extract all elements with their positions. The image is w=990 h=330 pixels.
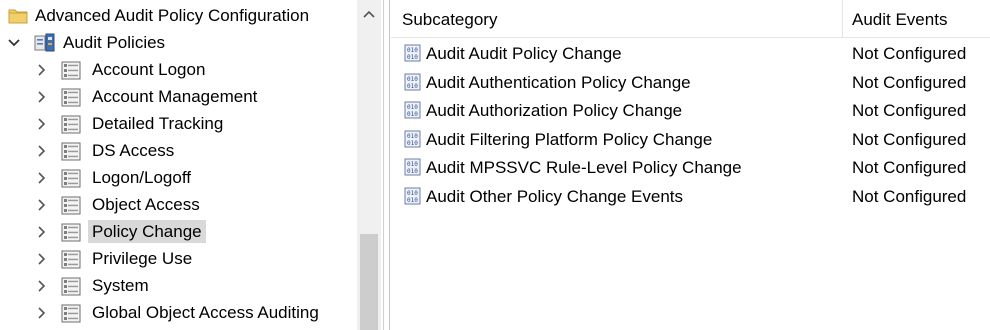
policy-category-icon — [61, 87, 81, 107]
policy-category-icon — [61, 141, 81, 161]
tree-item-label: System — [92, 276, 149, 295]
tree-item-policy-change[interactable]: Policy Change — [0, 218, 360, 245]
svg-text:010: 010 — [407, 83, 418, 90]
svg-text:010: 010 — [407, 104, 418, 111]
policy-category-icon — [61, 195, 81, 215]
column-header-subcategory[interactable]: Subcategory — [391, 0, 843, 38]
audit-events-value: Not Configured — [852, 101, 967, 121]
chevron-down-icon[interactable] — [7, 36, 21, 50]
scrollbar-thumb[interactable] — [360, 234, 378, 330]
column-header-audit-events[interactable]: Audit Events — [843, 0, 990, 38]
tree-item-label: Policy Change — [88, 220, 206, 243]
svg-text:010: 010 — [407, 47, 418, 54]
subcategory-name: Audit Authorization Policy Change — [426, 101, 683, 121]
svg-text:010: 010 — [407, 190, 418, 197]
tree-item-label: Audit Policies — [63, 33, 166, 52]
audit-setting-icon: 010 010 — [404, 44, 423, 63]
chevron-right-icon[interactable] — [35, 198, 49, 212]
subcategory-name: Audit Other Policy Change Events — [426, 187, 684, 206]
svg-text:010: 010 — [407, 111, 418, 118]
audit-events-value: Not Configured — [852, 187, 967, 206]
tree-item-object-access[interactable]: Object Access — [0, 191, 360, 218]
audit-setting-icon: 010 010 — [404, 130, 423, 149]
tree-item-label: Logon/Logoff — [92, 168, 191, 187]
tree-item-label: DS Access — [92, 141, 175, 160]
chevron-right-icon[interactable] — [35, 90, 49, 104]
audit-events-value: Not Configured — [852, 158, 967, 178]
subcategory-name: Audit MPSSVC Rule-Level Policy Change — [426, 158, 742, 178]
svg-text:010: 010 — [407, 168, 418, 175]
chevron-right-icon[interactable] — [35, 279, 49, 293]
policy-category-icon — [61, 114, 81, 134]
policy-category-icon — [61, 60, 81, 80]
policy-category-icon — [61, 168, 81, 188]
tree-item-label: Account Management — [92, 87, 258, 106]
pane-splitter[interactable] — [383, 0, 390, 330]
audit-events-value: Not Configured — [852, 129, 967, 149]
svg-text:010: 010 — [407, 133, 418, 140]
tree-item-advanced-audit-policy[interactable]: Advanced Audit Policy Configuration — [0, 2, 360, 29]
subcategory-name: Audit Authentication Policy Change — [426, 72, 691, 92]
svg-text:010: 010 — [407, 140, 418, 147]
tree-item-audit-policies[interactable]: Audit Policies — [0, 29, 360, 56]
subcategory-list: Subcategory Audit Events 010 010 Audit A… — [391, 0, 990, 330]
svg-text:010: 010 — [407, 54, 418, 61]
audit-setting-icon: 010 010 — [404, 101, 423, 120]
policy-category-icon — [61, 249, 81, 269]
tree-item-label: Advanced Audit Policy Configuration — [35, 6, 310, 25]
audit-policy-window: Advanced Audit Policy Configuration Audi… — [0, 0, 990, 330]
audit-setting-icon: 010 010 — [404, 187, 423, 206]
tree-item-label: Detailed Tracking — [92, 114, 224, 133]
policy-category-icon — [61, 222, 81, 242]
tree-item-system[interactable]: System — [0, 272, 360, 299]
tree-item-label: Global Object Access Auditing — [92, 303, 319, 322]
chevron-right-icon[interactable] — [35, 171, 49, 185]
chevron-right-icon[interactable] — [35, 306, 49, 320]
svg-text:010: 010 — [407, 76, 418, 83]
policy-category-icon — [61, 276, 81, 296]
policy-category-icon — [61, 303, 81, 323]
chevron-up-icon — [363, 4, 375, 24]
list-item[interactable]: 010 010 Audit Other Policy Change Events… — [391, 183, 990, 211]
tree-item-ds-access[interactable]: DS Access — [0, 137, 360, 164]
folder-icon — [8, 6, 28, 26]
subcategory-name: Audit Filtering Platform Policy Change — [426, 129, 713, 149]
chevron-right-icon[interactable] — [35, 117, 49, 131]
chevron-right-icon[interactable] — [35, 63, 49, 77]
svg-text:010: 010 — [407, 161, 418, 168]
audit-setting-icon: 010 010 — [404, 158, 423, 177]
audit-events-value: Not Configured — [852, 44, 967, 63]
tree-item-label: Privilege Use — [92, 249, 193, 268]
scroll-up-button[interactable] — [357, 0, 381, 28]
tree-item-account-management[interactable]: Account Management — [0, 83, 360, 110]
svg-text:010: 010 — [407, 197, 418, 204]
subcategory-name: Audit Audit Policy Change — [426, 44, 622, 63]
tree-item-logon-logoff[interactable]: Logon/Logoff — [0, 164, 360, 191]
tree-item-account-logon[interactable]: Account Logon — [0, 56, 360, 83]
list-item[interactable]: 010 010 Audit Authorization Policy Chang… — [391, 97, 990, 125]
tree-item-label: Object Access — [92, 195, 200, 214]
audit-setting-icon: 010 010 — [404, 73, 423, 92]
tree-scrollbar[interactable] — [357, 0, 381, 330]
tree-item-global-object-access-auditing[interactable]: Global Object Access Auditing — [0, 299, 360, 326]
chevron-right-icon[interactable] — [35, 225, 49, 239]
list-item[interactable]: 010 010 Audit Audit Policy Change Not Co… — [391, 40, 990, 68]
audit-policies-icon — [34, 33, 55, 53]
tree-item-label: Account Logon — [92, 60, 206, 79]
list-item[interactable]: 010 010 Audit Authentication Policy Chan… — [391, 69, 990, 97]
chevron-right-icon[interactable] — [35, 144, 49, 158]
chevron-right-icon[interactable] — [35, 252, 49, 266]
navigation-tree: Advanced Audit Policy Configuration Audi… — [0, 0, 384, 330]
list-item[interactable]: 010 010 Audit Filtering Platform Policy … — [391, 126, 990, 154]
tree-item-detailed-tracking[interactable]: Detailed Tracking — [0, 110, 360, 137]
list-item[interactable]: 010 010 Audit MPSSVC Rule-Level Policy C… — [391, 154, 990, 182]
tree-item-privilege-use[interactable]: Privilege Use — [0, 245, 360, 272]
audit-events-value: Not Configured — [852, 72, 967, 92]
